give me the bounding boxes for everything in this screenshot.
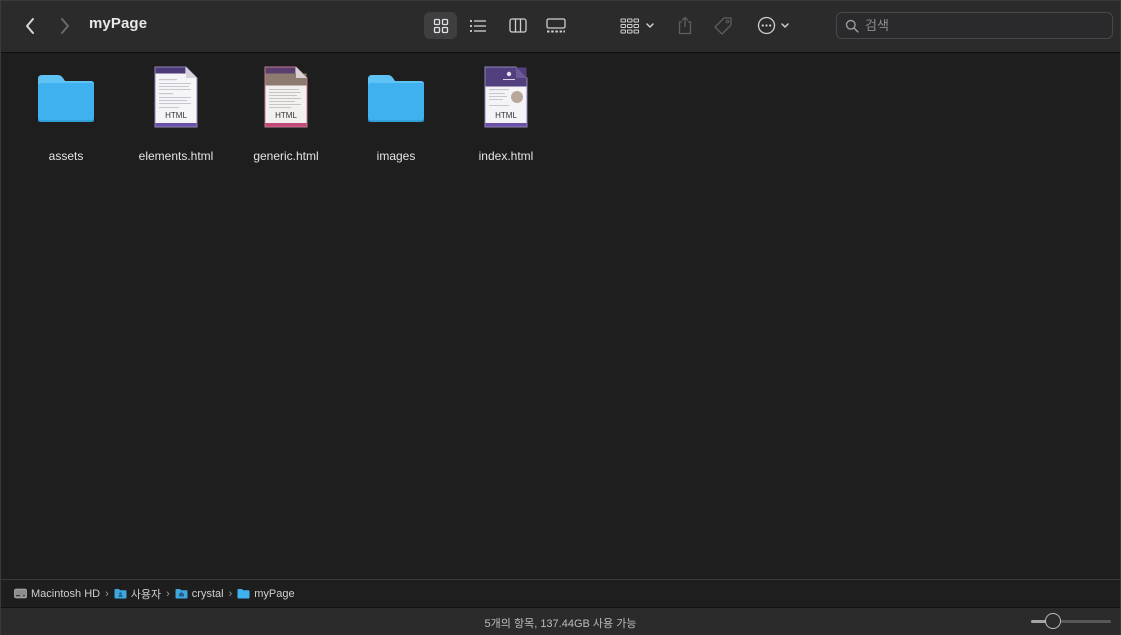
file-name: assets xyxy=(48,149,84,163)
group-button[interactable] xyxy=(615,12,659,39)
breadcrumb-separator: › xyxy=(166,587,170,600)
breadcrumb-mypage[interactable]: myPage xyxy=(237,587,295,600)
tag-button[interactable] xyxy=(709,12,737,39)
search-icon xyxy=(845,19,859,33)
breadcrumb-separator: › xyxy=(228,587,233,600)
gallery-view-button[interactable] xyxy=(541,12,571,39)
html-document-icon: HTML xyxy=(154,66,198,128)
home-folder-icon xyxy=(175,589,188,599)
breadcrumb-label: crystal xyxy=(191,587,224,600)
chevron-down-icon xyxy=(780,22,789,28)
tag-icon xyxy=(714,16,732,35)
users-folder-icon xyxy=(114,589,127,599)
file-browser-content: assets HTML elements.html HTML generic.h… xyxy=(1,53,1120,578)
share-icon xyxy=(678,16,692,35)
file-item-images[interactable]: images xyxy=(341,65,451,165)
toolbar: myPage xyxy=(1,1,1120,53)
file-name: generic.html xyxy=(253,149,319,163)
breadcrumb-macintosh-hd[interactable]: Macintosh HD xyxy=(14,588,100,600)
group-grid-icon xyxy=(620,18,639,33)
window-title: myPage xyxy=(89,15,148,32)
breadcrumb-separator: › xyxy=(105,587,109,600)
file-item-generic-html[interactable]: HTML generic.html xyxy=(231,65,341,165)
file-name: index.html xyxy=(478,149,534,163)
more-actions-button[interactable] xyxy=(751,12,795,39)
file-name: images xyxy=(376,149,416,163)
breadcrumb-label: myPage xyxy=(254,587,295,600)
html-document-icon: HTML xyxy=(264,66,308,128)
back-button[interactable] xyxy=(17,13,43,39)
folder-icon xyxy=(368,75,424,122)
breadcrumb-label: 사용자 xyxy=(130,588,162,601)
icon-size-slider[interactable] xyxy=(1031,613,1111,629)
file-name: elements.html xyxy=(138,149,214,163)
chevron-left-icon xyxy=(26,18,34,34)
file-item-assets[interactable]: assets xyxy=(11,65,121,165)
folder-icon xyxy=(237,589,250,599)
breadcrumb-users[interactable]: 사용자 xyxy=(114,586,161,602)
chevron-right-icon xyxy=(61,18,69,34)
search-input[interactable] xyxy=(865,18,1095,33)
svg-text:HTML: HTML xyxy=(495,111,517,120)
hard-drive-icon xyxy=(14,588,27,599)
finder-window: myPage 검색 assets HTML elements.html HTML… xyxy=(0,0,1121,635)
forward-button[interactable] xyxy=(52,13,78,39)
gallery-icon xyxy=(546,17,566,32)
file-item-elements-html[interactable]: HTML elements.html xyxy=(121,65,231,165)
column-view-button[interactable] xyxy=(503,12,533,39)
search-field[interactable] xyxy=(836,12,1113,39)
status-text: 5개의 항목, 137.44GB 사용 가능 xyxy=(484,618,637,630)
path-bar: Macintosh HD › 사용자 › crystal › myPage xyxy=(1,579,1120,607)
list-icon xyxy=(469,19,486,32)
chevron-down-icon xyxy=(645,22,654,28)
icon-view-button[interactable] xyxy=(424,12,457,39)
file-item-index-html[interactable]: HTML index.html xyxy=(451,65,561,165)
columns-icon xyxy=(509,18,527,33)
status-bar: 5개의 항목, 137.44GB 사용 가능 xyxy=(1,607,1120,635)
share-button[interactable] xyxy=(671,12,699,39)
html-document-icon: HTML xyxy=(484,66,528,128)
ellipsis-circle-icon xyxy=(757,16,775,35)
svg-text:HTML: HTML xyxy=(275,111,297,120)
breadcrumb-label: Macintosh HD xyxy=(31,587,101,600)
folder-icon xyxy=(38,75,94,122)
breadcrumb-crystal[interactable]: crystal xyxy=(175,588,224,600)
grid-icon xyxy=(433,18,448,33)
svg-text:HTML: HTML xyxy=(165,111,187,120)
list-view-button[interactable] xyxy=(463,12,493,39)
